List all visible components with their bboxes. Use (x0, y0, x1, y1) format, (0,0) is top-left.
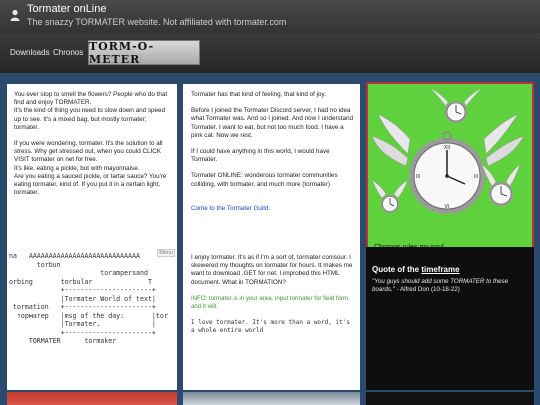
quote-card: Quote of the timeframe "You guys should … (366, 247, 534, 390)
quote-heading: Quote of the timeframe (372, 265, 527, 274)
mono-quote: I love tormater. It's more than a word, … (191, 318, 350, 335)
world-of-text-card[interactable]: na AAAAAAAAAAAAAAAAAAAAAAAAAAAA torbun t… (7, 247, 177, 390)
info-message: INFO: tormater is in your area. input to… (191, 294, 350, 310)
joy-paragraph-1: Tormater has that kind of feeling, that … (191, 91, 326, 98)
bottom-card-left (7, 392, 177, 405)
joy-text-card: Tormater has that kind of feeling, that … (183, 84, 360, 260)
enjoy-text-card: I enjoy tormater. It's as if I'm a sort … (183, 247, 360, 390)
joy-paragraph-2: Before I joined the Tormater Discord ser… (191, 107, 353, 139)
intro-paragraph-3: If you were wondering, tormater. It's th… (14, 140, 163, 164)
torm-o-meter-logo[interactable]: TORM-O-METER (88, 40, 200, 66)
flying-clock-icon: XII III VI IX (371, 87, 525, 214)
quote-heading-prefix: Quote of the (372, 265, 422, 274)
bottom-card-right (366, 392, 534, 405)
svg-text:III: III (474, 174, 478, 180)
intro-paragraph-5: Are you eating a sauced pickle, or tarta… (14, 172, 167, 197)
quote-text: "You guys should add some TORMATER to th… (372, 278, 527, 294)
chronos-image-card: XII III VI IX (366, 82, 534, 262)
joy-paragraph-4: Tormater ONLINE: wonderous tormater comm… (191, 172, 338, 188)
quote-attribution: - Alfred Don (10-18-22) (396, 286, 460, 293)
intro-paragraph-2: It's the kind of thing you need to slow … (14, 107, 166, 131)
ascii-art-text: na AAAAAAAAAAAAAAAAAAAAAAAAAAAA torbun t… (9, 252, 168, 345)
menu-button[interactable]: Menu (157, 249, 175, 257)
user-icon[interactable] (10, 9, 20, 21)
joy-paragraph-3: If I could have anything in this world, … (191, 148, 330, 164)
nav-downloads-link[interactable]: Downloads (10, 48, 50, 57)
site-title: Tormater onLine (27, 3, 107, 15)
bottom-card-middle (183, 392, 360, 405)
svg-text:XII: XII (444, 145, 450, 151)
enjoy-paragraph: I enjoy tormater. It's as if I'm a sort … (191, 254, 353, 286)
intro-paragraph-4: It's like, eating a pickle, but with may… (14, 164, 140, 172)
nav-bar: Downloads Chronos TORM-O-METER (0, 33, 540, 73)
tormater-guild-link[interactable]: Come to the Tormater Guild. (191, 205, 270, 212)
svg-text:VI: VI (445, 204, 450, 210)
intro-text-card: You ever stop to smell the flowers? Peop… (7, 84, 177, 260)
timeframe-link[interactable]: timeframe (421, 265, 459, 274)
site-header: Tormater onLine The snazzy TORMATER webs… (0, 0, 540, 33)
intro-paragraph-1: You ever stop to smell the flowers? Peop… (14, 91, 168, 107)
svg-text:IX: IX (416, 174, 421, 180)
site-subtitle: The snazzy TORMATER website. Not affilia… (27, 17, 287, 27)
nav-chronos-link[interactable]: Chronos (53, 48, 83, 57)
